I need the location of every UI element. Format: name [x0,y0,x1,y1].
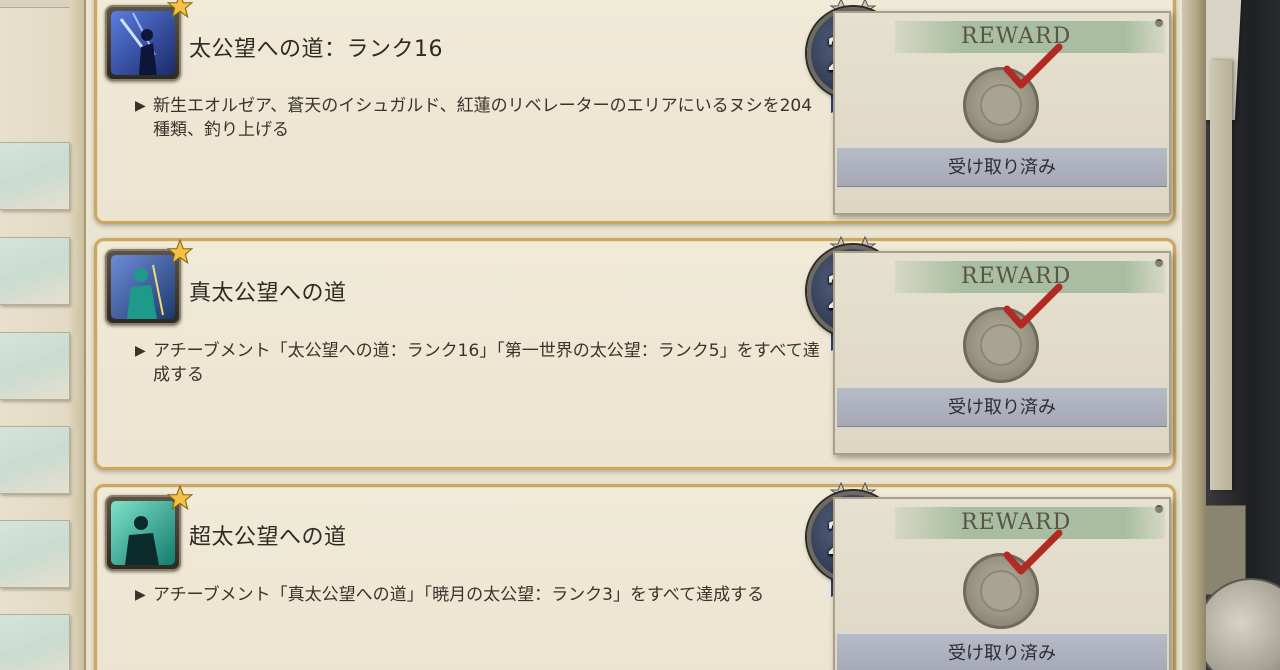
achievement-description-text: アチーブメント「真太公望への道」「暁月の太公望：ランク3」をすべて達成する [153,585,765,605]
category-tab[interactable] [0,520,70,588]
checkmark-icon [1003,43,1063,89]
achievement-description-text: 新生エオルゼア、蒼天のイシュガルド、紅蓮のリベレーターのエリアにいるヌシを204… [153,96,813,140]
achievement-card[interactable]: 太公望への道：ランク16 ▶ 新生エオルゼア、蒼天のイシュガルド、紅蓮のリベレー… [94,0,1176,224]
category-tab-edge [0,0,70,8]
achievement-title: 超太公望への道 [189,525,347,550]
achievement-description: ▶ 新生エオルゼア、蒼天のイシュガルド、紅蓮のリベレーターのエリアにいるヌシを2… [135,94,825,142]
achievement-card[interactable]: 超太公望への道 ▶ アチーブメント「真太公望への道」「暁月の太公望：ランク3」を… [94,481,1176,670]
bullet-arrow-icon: ▶ [135,98,146,114]
category-tab[interactable] [0,237,70,305]
checkmark-icon [1003,283,1063,329]
category-tab[interactable] [0,332,70,400]
achievement-description: ▶ アチーブメント「太公望への道：ランク16」「第一世界の太公望：ランク5」をす… [135,339,825,387]
achievement-card[interactable]: 真太公望への道 ▶ アチーブメント「太公望への道：ランク16」「第一世界の太公望… [94,235,1176,470]
background-paper-strip [1210,60,1232,490]
reward-panel[interactable]: REWARD 受け取り済み [833,251,1171,455]
achievement-description: ▶ アチーブメント「真太公望への道」「暁月の太公望：ランク3」をすべて達成する [135,583,825,607]
reward-panel[interactable]: REWARD 受け取り済み [833,497,1171,670]
achievement-title: 真太公望への道 [189,281,347,306]
reward-claimed-status: 受け取り済み [837,147,1167,187]
category-tab[interactable] [0,142,70,210]
bullet-arrow-icon: ▶ [135,343,146,359]
bullet-arrow-icon: ▶ [135,587,146,603]
achievement-title: 太公望への道：ランク16 [189,37,443,62]
category-tab-column [0,0,86,670]
reward-claimed-status: 受け取り済み [837,633,1167,670]
star-icon [167,485,193,511]
pane-right-border [1182,0,1206,670]
category-tab[interactable] [0,426,70,494]
checkmark-icon [1003,529,1063,575]
reward-claimed-status: 受け取り済み [837,387,1167,427]
star-icon [167,0,193,19]
star-icon [167,239,193,265]
reward-panel[interactable]: REWARD 受け取り済み [833,11,1171,215]
category-tab[interactable] [0,614,70,670]
achievement-description-text: アチーブメント「太公望への道：ランク16」「第一世界の太公望：ランク5」をすべて… [153,341,820,385]
